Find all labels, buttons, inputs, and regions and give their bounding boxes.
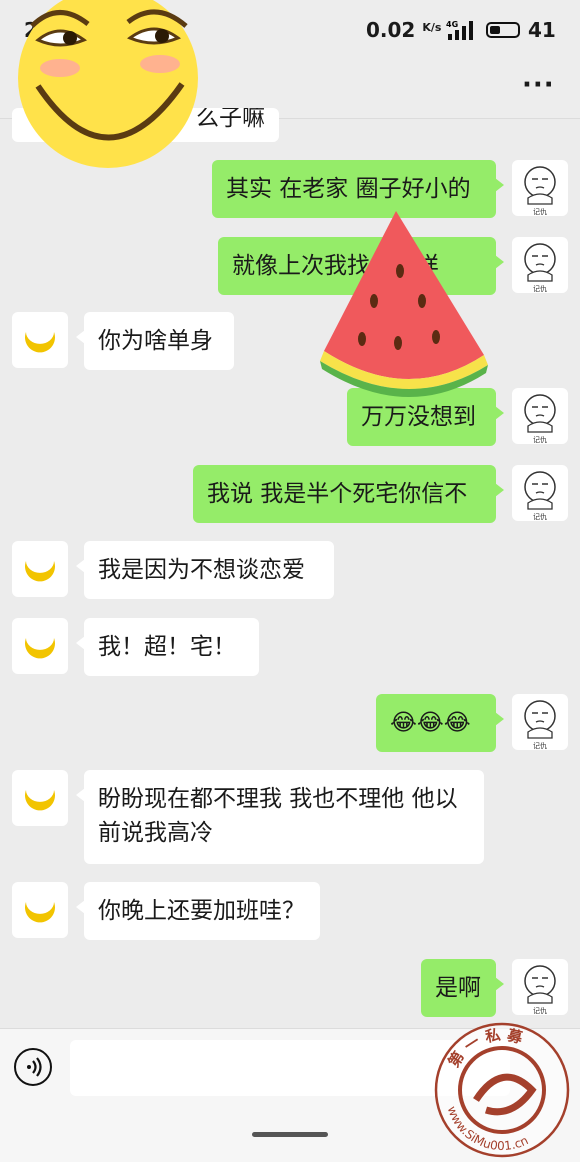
message-text: 我！超！宅！ xyxy=(98,634,236,660)
smiley-sticker-icon xyxy=(18,0,198,168)
battery-level: 41 xyxy=(528,18,556,42)
moon-icon xyxy=(25,332,56,353)
moon-icon xyxy=(25,638,56,659)
message-text: 我说 我是半个死宅你信不 xyxy=(207,481,468,507)
message-bubble-other[interactable]: 盼盼现在都不理我 我也不理他 他以前说我高冷 xyxy=(76,770,484,864)
more-icon[interactable]: ··· xyxy=(522,70,555,100)
message-bubble-other[interactable]: 你为啥单身 xyxy=(76,312,234,370)
message-bubble-me[interactable]: 是啊 xyxy=(421,959,504,1017)
contact-avatar[interactable] xyxy=(12,770,68,826)
my-avatar[interactable]: 记仇 xyxy=(512,237,568,293)
my-avatar[interactable]: 记仇 xyxy=(512,959,568,1015)
message-text: 你晚上还要加班哇？ xyxy=(98,898,305,924)
message-text: 😂😂😂 xyxy=(390,710,471,736)
svg-text:记仇: 记仇 xyxy=(533,435,547,444)
contact-avatar[interactable] xyxy=(12,618,68,674)
message-bubble-me[interactable]: 我说 我是半个死宅你信不 xyxy=(193,465,504,523)
svg-text:记仇: 记仇 xyxy=(533,207,547,216)
contact-avatar[interactable] xyxy=(12,882,68,938)
my-avatar[interactable]: 记仇 xyxy=(512,388,568,444)
message-bubble-other[interactable]: 我！超！宅！ xyxy=(76,618,259,676)
message-bubble-other[interactable]: 我是因为不想谈恋爱 xyxy=(76,541,334,599)
my-avatar[interactable]: 记仇 xyxy=(512,465,568,521)
svg-text:记仇: 记仇 xyxy=(533,741,547,750)
voice-input-icon[interactable] xyxy=(14,1048,52,1086)
message-text: 是啊 xyxy=(435,975,481,1001)
contact-avatar[interactable] xyxy=(12,312,68,368)
network-speed: 0.02 K/s xyxy=(366,18,442,42)
message-text: 其实 在老家 圈子好小的 xyxy=(226,176,471,202)
signal-icon: 4G xyxy=(446,20,473,40)
moon-icon xyxy=(25,790,56,811)
moon-icon xyxy=(25,561,56,582)
svg-text:4G: 4G xyxy=(446,20,458,29)
watermark-seal: 第 一 私 募 www.SiMu001.cn xyxy=(434,1022,570,1158)
message-bubble-other[interactable]: 你晚上还要加班哇？ xyxy=(76,882,320,940)
contact-avatar[interactable] xyxy=(12,541,68,597)
message-text: 万万没想到 xyxy=(361,404,476,430)
my-avatar[interactable]: 记仇 xyxy=(512,160,568,216)
message-text: 我是因为不想谈恋爱 xyxy=(98,557,305,583)
battery-icon xyxy=(486,22,520,38)
svg-text:记仇: 记仇 xyxy=(533,284,547,293)
watermelon-sticker-icon xyxy=(320,211,488,398)
svg-text:记仇: 记仇 xyxy=(533,512,547,521)
my-avatar[interactable]: 记仇 xyxy=(512,694,568,750)
svg-text:记仇: 记仇 xyxy=(533,1006,547,1015)
moon-icon xyxy=(25,902,56,923)
message-bubble-me[interactable]: 😂😂😂 xyxy=(376,694,504,752)
message-text: 你为啥单身 xyxy=(98,328,213,354)
home-indicator[interactable] xyxy=(252,1132,328,1137)
message-text: 盼盼现在都不理我 我也不理他 他以前说我高冷 xyxy=(98,786,458,846)
